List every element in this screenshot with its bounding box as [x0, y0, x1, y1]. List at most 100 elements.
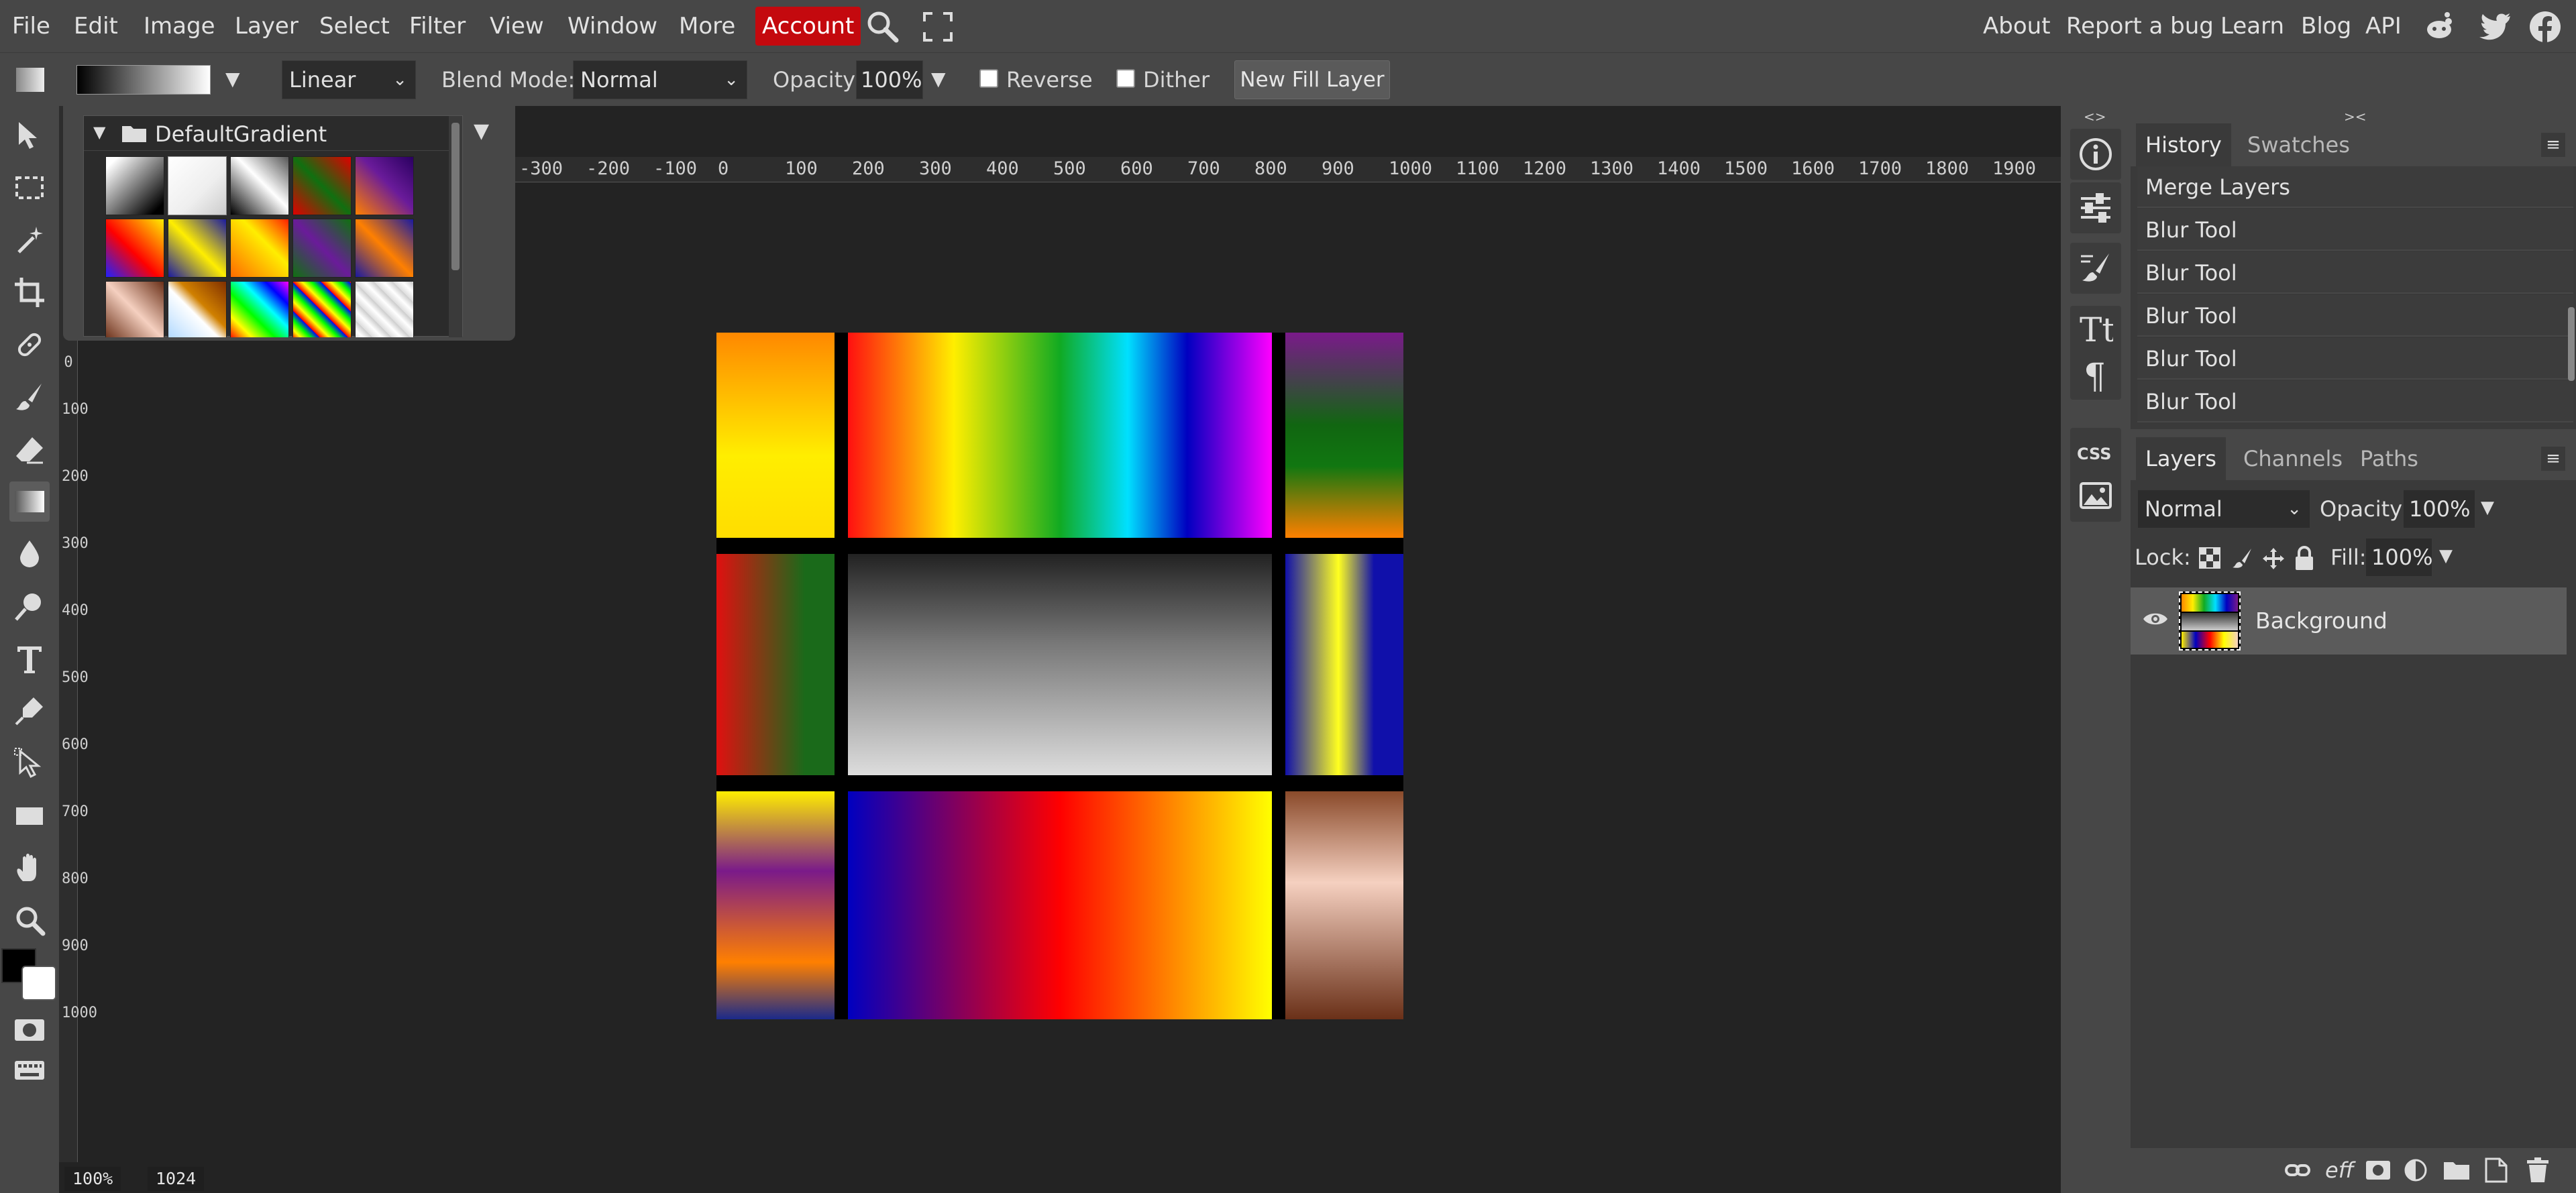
menu-select[interactable]: Select	[319, 0, 390, 52]
menu-image[interactable]: Image	[144, 0, 215, 52]
menu-api[interactable]: API	[2365, 0, 2402, 52]
popup-scrollbar-thumb[interactable]	[451, 123, 460, 270]
adjustment-layer-icon[interactable]	[2404, 1159, 2427, 1182]
zoom-tool-icon[interactable]	[9, 900, 50, 940]
menu-view[interactable]: View	[490, 0, 544, 52]
trash-icon[interactable]	[2526, 1157, 2549, 1183]
dodge-tool-icon[interactable]	[9, 586, 50, 626]
opacity-input[interactable]: 100%	[856, 60, 923, 99]
gradient-swatch[interactable]	[355, 281, 414, 337]
new-fill-layer-button[interactable]: New Fill Layer	[1234, 60, 1390, 99]
eraser-tool-icon[interactable]	[9, 429, 50, 469]
lock-transparency-icon[interactable]	[2199, 547, 2220, 569]
gradient-type-select[interactable]: Linear ⌄	[282, 60, 416, 99]
gradient-folder-header[interactable]: ▼ DefaultGradient	[84, 116, 462, 151]
expand-panels-icon[interactable]: <>	[2084, 109, 2106, 125]
search-icon[interactable]	[865, 9, 900, 47]
tab-history[interactable]: History	[2136, 123, 2231, 166]
gradient-tool-icon[interactable]	[9, 481, 50, 522]
gradient-dropdown-icon[interactable]: ▼	[225, 68, 240, 90]
gradient-swatch[interactable]	[230, 156, 289, 215]
popup-menu-icon[interactable]: ▼	[474, 119, 489, 143]
history-item[interactable]: Blur Tool	[2137, 338, 2573, 380]
gradient-swatch[interactable]	[230, 219, 289, 278]
magic-wand-tool-icon[interactable]	[9, 220, 50, 260]
gradient-swatch[interactable]	[168, 219, 227, 278]
tab-paths[interactable]: Paths	[2351, 437, 2428, 480]
gradient-swatch[interactable]	[292, 281, 352, 337]
tab-layers[interactable]: Layers	[2136, 437, 2226, 480]
fill-input[interactable]: 100%	[2365, 538, 2432, 577]
folder-expand-icon[interactable]: ▼	[93, 123, 105, 141]
history-item[interactable]: Blur Tool	[2137, 295, 2573, 337]
folder-icon[interactable]	[2443, 1160, 2470, 1180]
menu-edit[interactable]: Edit	[74, 0, 118, 52]
account-button[interactable]: Account	[755, 7, 861, 46]
link-icon[interactable]	[2285, 1161, 2310, 1179]
blur-tool-icon[interactable]	[9, 534, 50, 574]
gradient-preview[interactable]	[76, 65, 211, 95]
panel-menu-icon[interactable]: ≡	[2541, 447, 2565, 471]
reverse-checkbox[interactable]	[979, 69, 998, 88]
layer-opacity-input[interactable]: 100%	[2403, 490, 2475, 528]
background-color-swatch[interactable]	[21, 966, 56, 1001]
move-tool-icon[interactable]	[9, 115, 50, 156]
opacity-dropdown-icon[interactable]: ▼	[931, 68, 946, 90]
type-tool-icon[interactable]	[9, 638, 50, 679]
fullscreen-icon[interactable]	[923, 12, 953, 44]
fill-dropdown-icon[interactable]: ▼	[2439, 546, 2453, 566]
gradient-swatch[interactable]	[230, 281, 289, 337]
panel-menu-icon[interactable]: ≡	[2541, 133, 2565, 157]
layer-row-background[interactable]: Background	[2131, 587, 2567, 655]
menu-layer[interactable]: Layer	[235, 0, 299, 52]
menu-blog[interactable]: Blog	[2301, 0, 2351, 52]
pen-tool-icon[interactable]	[9, 691, 50, 731]
history-item[interactable]: Merge Layers	[2137, 166, 2573, 208]
mask-icon[interactable]	[2365, 1160, 2391, 1180]
gradient-swatch[interactable]	[292, 219, 352, 278]
lock-all-icon[interactable]	[2294, 546, 2314, 570]
reddit-icon[interactable]	[2423, 11, 2455, 46]
dither-checkbox[interactable]	[1116, 69, 1135, 88]
gradient-swatch[interactable]	[355, 219, 414, 278]
lock-pixels-icon[interactable]	[2231, 547, 2253, 569]
menu-more[interactable]: More	[679, 0, 735, 52]
character-panel-icon[interactable]: Tt ¶	[2070, 306, 2121, 400]
crop-tool-icon[interactable]	[9, 272, 50, 313]
menu-about[interactable]: About	[1983, 0, 2051, 52]
menu-learn[interactable]: Learn	[2220, 0, 2284, 52]
eye-icon[interactable]	[2143, 610, 2168, 628]
effects-icon[interactable]: eff	[2325, 1157, 2354, 1183]
gradient-swatch[interactable]	[105, 219, 164, 278]
canvas-image[interactable]	[716, 333, 1403, 1019]
gradient-swatch[interactable]	[168, 156, 227, 215]
collapse-panels-icon[interactable]: ><	[2344, 109, 2367, 125]
gradient-swatch[interactable]	[105, 281, 164, 337]
css-and-image-icons[interactable]: CSS	[2070, 428, 2121, 522]
history-scrollbar[interactable]	[2568, 307, 2575, 381]
gradient-swatch[interactable]	[355, 156, 414, 215]
info-icon[interactable]	[2070, 129, 2121, 180]
menu-file[interactable]: File	[12, 0, 50, 52]
gradient-swatch[interactable]	[168, 281, 227, 337]
hand-tool-icon[interactable]	[9, 848, 50, 888]
lock-position-icon[interactable]	[2262, 547, 2285, 570]
twitter-icon[interactable]	[2478, 12, 2512, 44]
tab-swatches[interactable]: Swatches	[2238, 123, 2359, 166]
menu-window[interactable]: Window	[568, 0, 657, 52]
healing-tool-icon[interactable]	[9, 325, 50, 365]
history-item[interactable]: Blur Tool	[2137, 381, 2573, 422]
gradient-swatch[interactable]	[105, 156, 164, 215]
layer-blend-select[interactable]: Normal ⌄	[2137, 490, 2310, 528]
zoom-level[interactable]: 100%	[64, 1167, 121, 1191]
gradient-swatch[interactable]	[292, 156, 352, 215]
history-item[interactable]: Blur Tool	[2137, 252, 2573, 294]
keyboard-icon[interactable]	[9, 1050, 50, 1090]
tab-channels[interactable]: Channels	[2234, 437, 2352, 480]
layer-opacity-dropdown-icon[interactable]: ▼	[2481, 498, 2494, 518]
marquee-tool-icon[interactable]	[9, 168, 50, 208]
popup-scrollbar[interactable]	[449, 116, 462, 337]
adjustments-icon[interactable]	[2070, 182, 2121, 233]
shape-tool-icon[interactable]	[9, 795, 50, 836]
facebook-icon[interactable]	[2529, 11, 2561, 46]
